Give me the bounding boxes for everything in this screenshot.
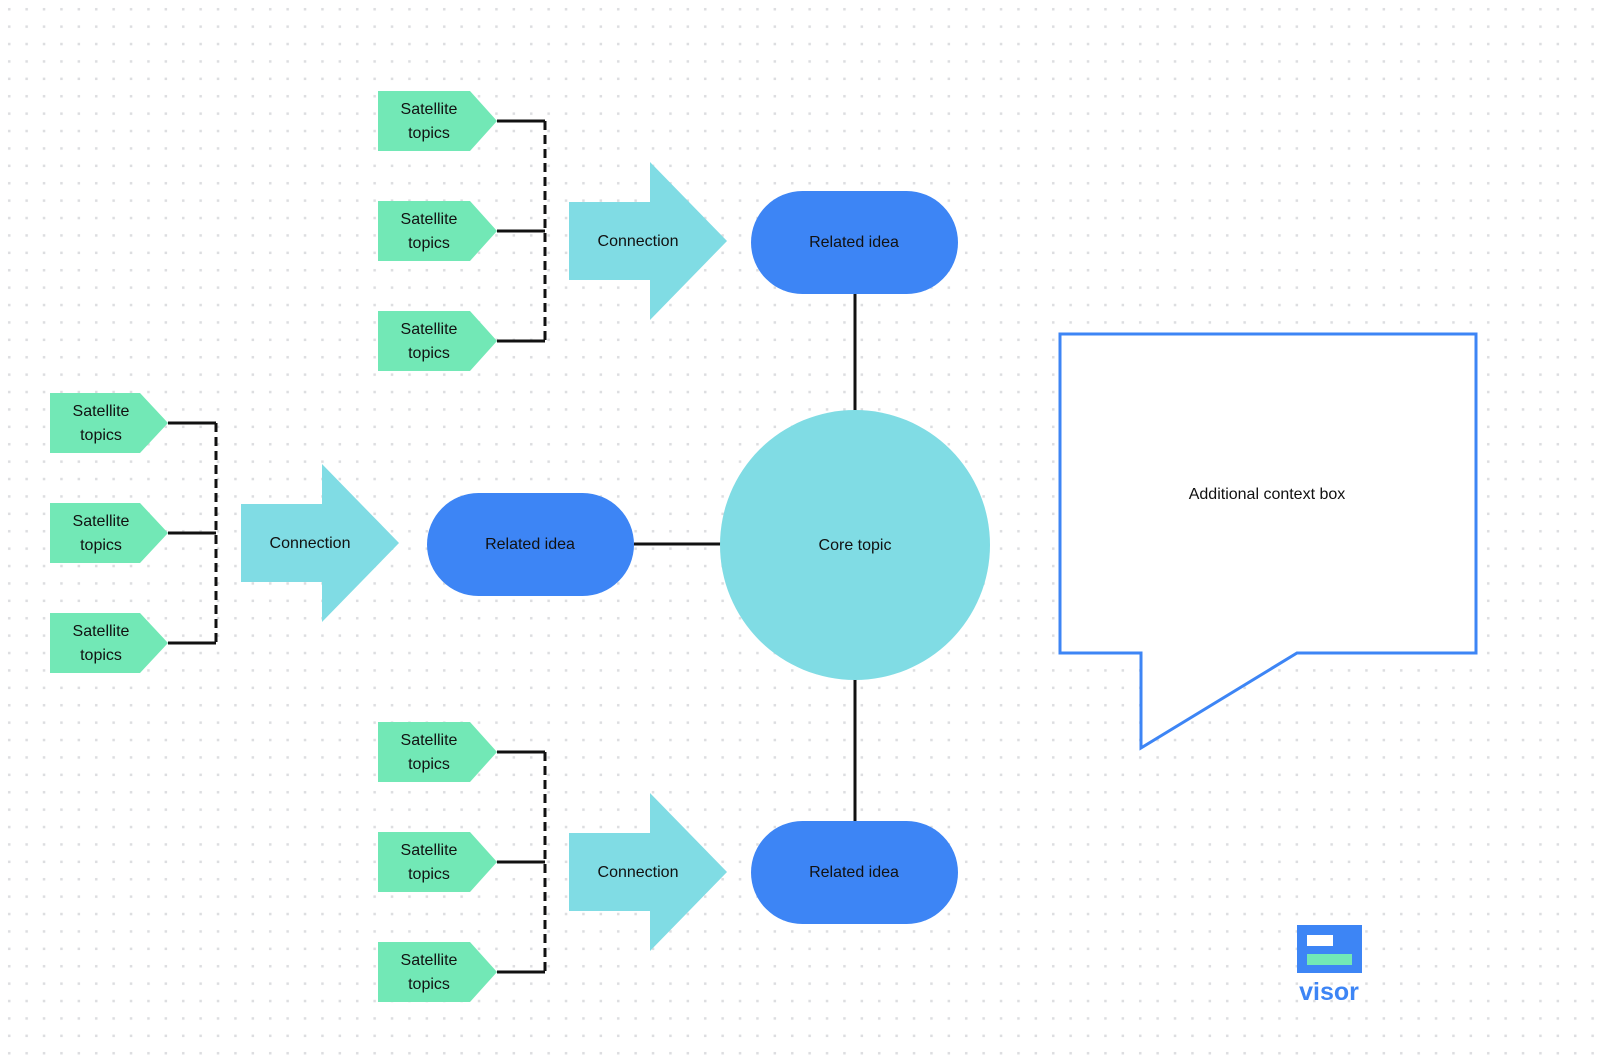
logo-mark bbox=[1297, 925, 1362, 973]
related-idea-label: Related idea bbox=[809, 864, 899, 881]
connection-label: Connection bbox=[270, 535, 351, 552]
core-topic-label: Core topic bbox=[819, 537, 892, 554]
related-idea[interactable]: Related idea bbox=[751, 191, 958, 294]
related-idea[interactable]: Related idea bbox=[751, 821, 958, 924]
related-idea-label: Related idea bbox=[485, 536, 575, 553]
visor-logo: visor bbox=[1297, 925, 1362, 1006]
logo-bar-green bbox=[1307, 954, 1352, 965]
related-idea-label: Related idea bbox=[809, 234, 899, 251]
callout-label: Additional context box bbox=[1189, 486, 1346, 503]
connection-label: Connection bbox=[598, 864, 679, 881]
diagram-canvas: Satellite topicsSatellite topicsSatellite t… bbox=[0, 0, 1600, 1061]
core-topic[interactable]: Core topic bbox=[720, 410, 990, 680]
connection-label: Connection bbox=[598, 233, 679, 250]
related-idea[interactable]: Related idea bbox=[427, 493, 634, 596]
logo-text: visor bbox=[1299, 978, 1359, 1006]
logo-bar-white bbox=[1307, 935, 1333, 946]
